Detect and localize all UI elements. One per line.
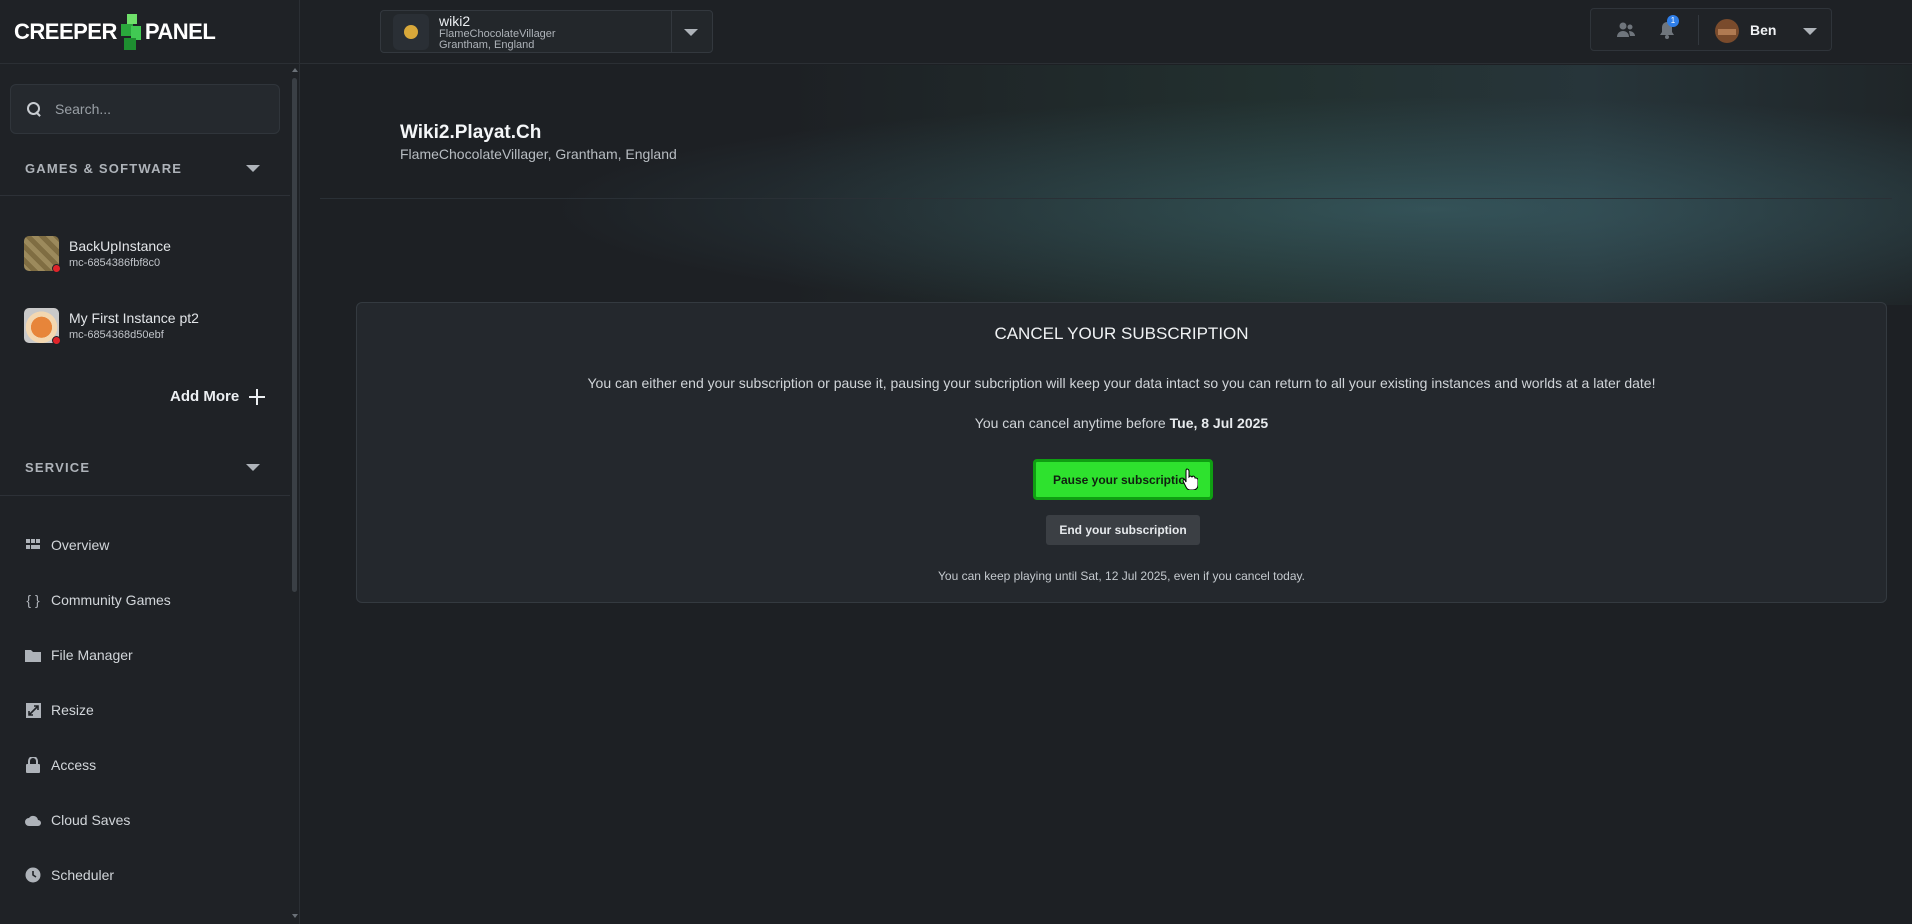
- sidebar-scrollbar[interactable]: [292, 78, 297, 592]
- server-location: Grantham, England: [439, 38, 535, 51]
- server-owner: FlameChocolateVillager: [439, 27, 556, 40]
- end-subscription-button[interactable]: End your subscription: [1046, 515, 1200, 545]
- chevron-down-icon: [246, 463, 260, 471]
- cancel-subscription-card: CANCEL YOUR SUBSCRIPTION You can either …: [356, 302, 1887, 603]
- section-label: GAMES & SOFTWARE: [25, 160, 183, 176]
- scroll-down-arrow-icon[interactable]: [292, 914, 298, 918]
- clock-icon: [25, 867, 41, 883]
- status-dot: [52, 335, 61, 345]
- section-label: SERVICE: [25, 459, 91, 475]
- logo[interactable]: CREEPER PANEL: [0, 0, 299, 64]
- nav-label: Community Games: [51, 592, 171, 608]
- nav-label: Access: [51, 757, 97, 773]
- nav-label: Cloud Saves: [51, 812, 131, 828]
- creeper-gem-icon: [119, 12, 143, 52]
- status-dot: [52, 263, 61, 273]
- card-description: You can either end your subscription or …: [587, 375, 1656, 391]
- server-selector[interactable]: wiki2 FlameChocolateVillager Grantham, E…: [380, 10, 713, 53]
- search-box[interactable]: [10, 84, 280, 134]
- instance-id: mc-6854386fbf8c0: [69, 256, 161, 269]
- page-title: Wiki2.Playat.Ch: [400, 122, 542, 143]
- sidebar-item-access[interactable]: Access: [25, 750, 96, 780]
- scroll-up-arrow-icon[interactable]: [292, 68, 298, 72]
- instance-name: My First Instance pt2: [69, 309, 199, 326]
- user-name[interactable]: Ben: [1750, 22, 1776, 38]
- instance-id: mc-6854368d50ebf: [69, 328, 164, 341]
- instance-item[interactable]: My First Instance pt2 mc-6854368d50ebf: [24, 303, 274, 347]
- divider: [0, 195, 290, 196]
- card-note: You can keep playing until Sat, 12 Jul 2…: [938, 569, 1305, 583]
- sidebar-item-file-manager[interactable]: File Manager: [25, 640, 133, 670]
- resize-icon: [25, 702, 41, 718]
- lock-icon: [25, 757, 41, 773]
- instance-thumbnail: [24, 307, 61, 345]
- add-more-button[interactable]: Add More: [170, 388, 266, 405]
- cloud-icon: [25, 812, 41, 828]
- search-input[interactable]: [55, 101, 265, 117]
- chevron-down-icon[interactable]: [684, 29, 698, 36]
- instance-item[interactable]: BackUpInstance mc-6854386fbf8c0: [24, 231, 274, 275]
- divider: [1698, 15, 1699, 45]
- instance-thumbnail: [24, 235, 61, 273]
- logo-text-right: PANEL: [144, 18, 216, 44]
- page-subtitle: FlameChocolateVillager, Grantham, Englan…: [400, 146, 677, 162]
- sidebar-item-overview[interactable]: Overview: [25, 530, 109, 560]
- sidebar-item-cloud-saves[interactable]: Cloud Saves: [25, 805, 130, 835]
- folder-icon: [25, 647, 41, 663]
- chevron-down-icon[interactable]: [1803, 28, 1817, 35]
- avatar[interactable]: [1715, 19, 1739, 43]
- deadline-prefix: You can cancel anytime before: [974, 415, 1170, 431]
- server-icon: [393, 13, 429, 50]
- deadline-date: Tue, 8 Jul 2025: [1169, 415, 1269, 431]
- hero-banner: [300, 65, 1912, 305]
- sidebar: CREEPER PANEL GAMES & SOFTWARE BackUpIns…: [0, 0, 300, 924]
- nav-label: Resize: [51, 702, 94, 718]
- instance-name: BackUpInstance: [69, 237, 171, 254]
- sidebar-item-scheduler[interactable]: Scheduler: [25, 860, 114, 890]
- grid-icon: [25, 537, 41, 553]
- section-games-software[interactable]: GAMES & SOFTWARE: [0, 148, 285, 188]
- braces-icon: { }: [26, 592, 40, 608]
- section-service[interactable]: SERVICE: [0, 447, 285, 487]
- user-menu: 1 Ben: [1590, 8, 1832, 51]
- nav-label: File Manager: [51, 647, 133, 663]
- cancel-deadline: You can cancel anytime before Tue, 8 Jul…: [357, 415, 1886, 431]
- divider: [0, 495, 290, 496]
- notification-badge: 1: [1667, 15, 1679, 27]
- logo-text-left: CREEPER: [14, 18, 117, 44]
- card-title: CANCEL YOUR SUBSCRIPTION: [994, 324, 1249, 343]
- sidebar-item-community-games[interactable]: { } Community Games: [25, 585, 171, 615]
- plus-icon: [249, 388, 266, 405]
- chevron-down-icon: [246, 164, 260, 172]
- friends-icon[interactable]: [1617, 22, 1635, 38]
- divider: [320, 198, 1892, 199]
- divider: [671, 11, 672, 52]
- nav-label: Scheduler: [51, 867, 115, 883]
- nav-label: Overview: [51, 537, 110, 553]
- sidebar-item-resize[interactable]: Resize: [25, 695, 94, 725]
- hand-cursor-icon: [1182, 468, 1198, 490]
- top-bar: wiki2 FlameChocolateVillager Grantham, E…: [300, 0, 1912, 64]
- search-icon: [27, 102, 41, 116]
- server-name: wiki2: [439, 12, 471, 29]
- add-more-label: Add More: [170, 388, 240, 405]
